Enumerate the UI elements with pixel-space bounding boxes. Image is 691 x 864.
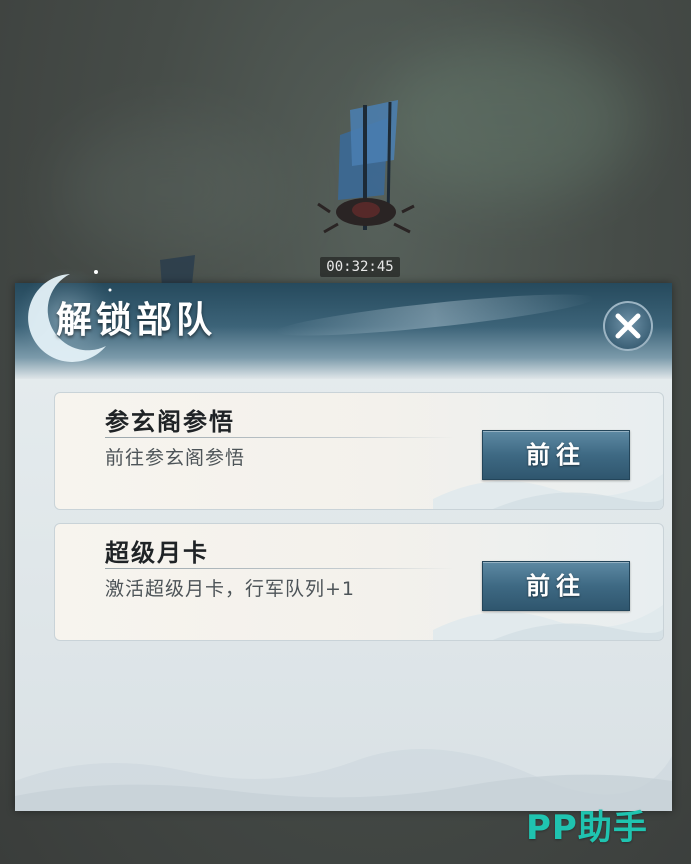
unlock-option-card: 参玄阁参悟 前往参玄阁参悟 前往 [54, 392, 664, 510]
game-scene: 00:32:45 参玄阁参悟 前往参玄阁参悟 前往 超级月卡 激活超级月卡，行军… [0, 0, 691, 864]
card-divider [105, 437, 455, 438]
watermark-logo: PP助手 [526, 808, 648, 848]
card-description: 激活超级月卡，行军队列+1 [105, 578, 356, 600]
close-icon [615, 313, 641, 339]
go-button[interactable]: 前往 [482, 561, 630, 611]
dialog-title: 解锁部队 [56, 300, 217, 341]
card-title: 超级月卡 [105, 539, 209, 567]
card-divider [105, 568, 455, 569]
sailing-ship-icon[interactable] [310, 100, 420, 250]
card-description: 前往参玄阁参悟 [105, 447, 246, 469]
march-timer: 00:32:45 [320, 257, 400, 277]
header-cloud-streak [274, 286, 596, 344]
unlock-option-card: 超级月卡 激活超级月卡，行军队列+1 前往 [54, 523, 664, 641]
fog-cloud [60, 120, 280, 260]
go-button[interactable]: 前往 [482, 430, 630, 480]
card-title: 参玄阁参悟 [105, 408, 235, 436]
sea-wave-decoration-icon [15, 749, 672, 811]
close-button[interactable] [603, 301, 653, 351]
